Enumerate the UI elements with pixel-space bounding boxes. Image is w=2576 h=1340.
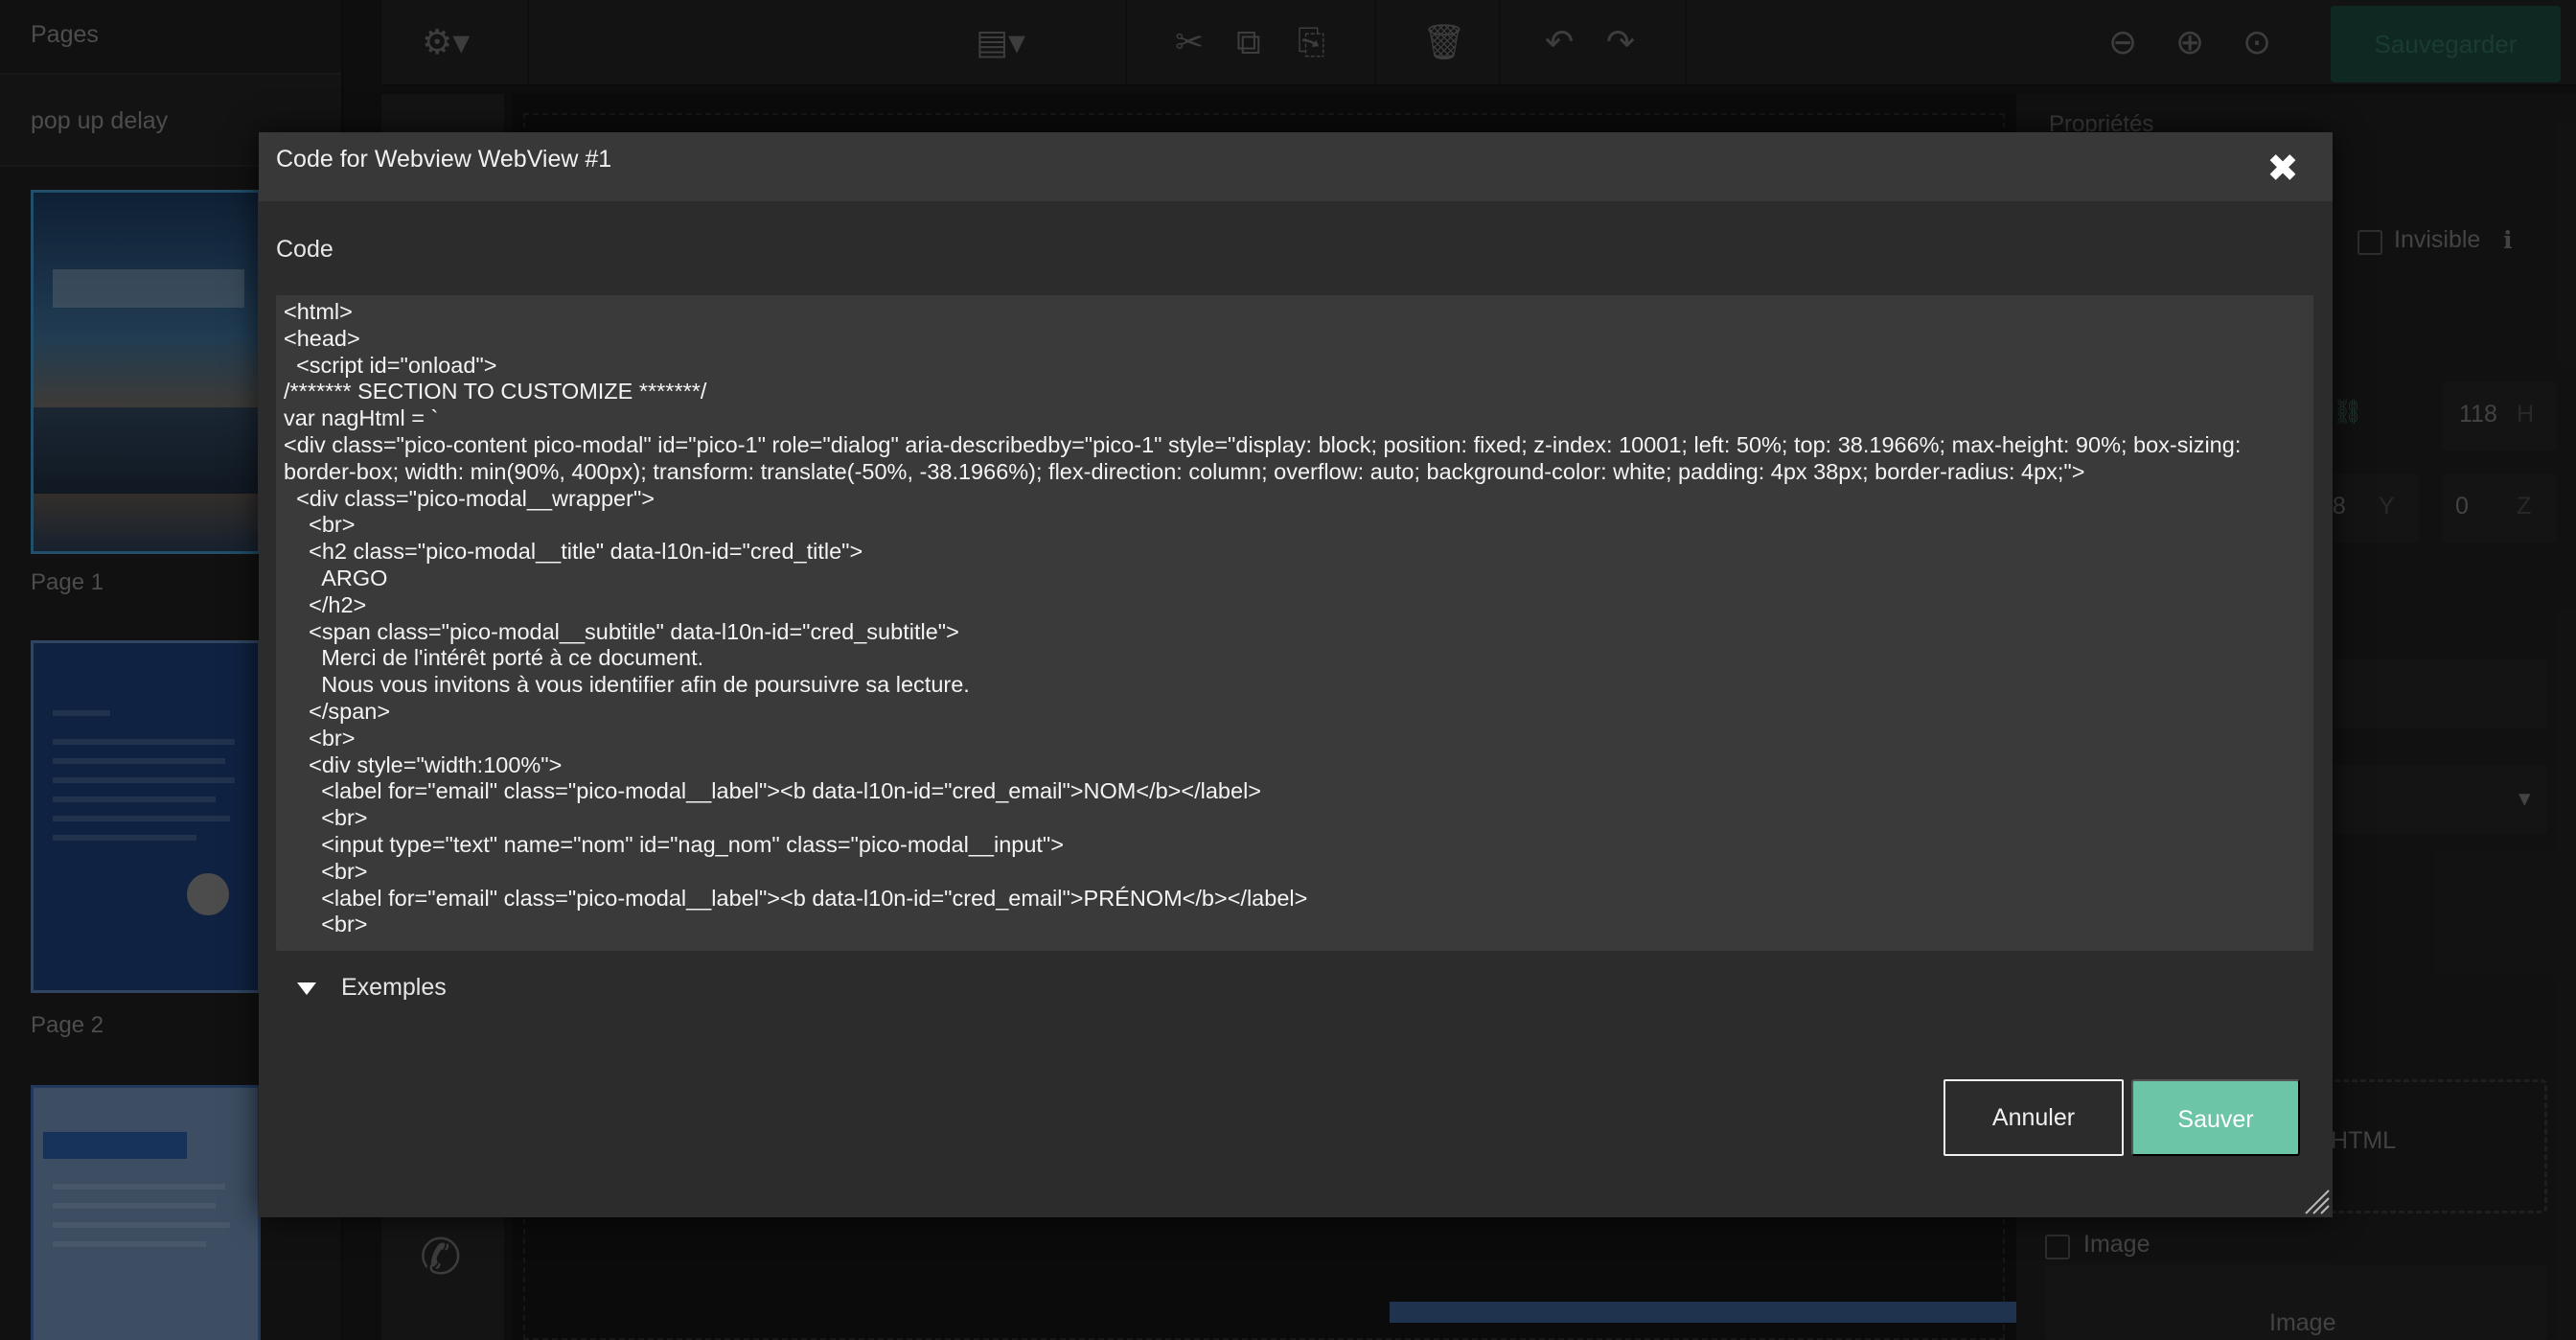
code-editor-modal: Code for Webview WebView #1 ✖ Code <html… <box>259 132 2333 1217</box>
save-button[interactable]: Sauver <box>2131 1079 2300 1156</box>
close-icon[interactable]: ✖ <box>2264 150 2302 188</box>
code-content: <html> <head> <script id="onload"> /****… <box>284 299 2242 937</box>
examples-label: Exemples <box>341 974 447 1001</box>
examples-toggle[interactable]: Exemples <box>297 974 447 1002</box>
modal-title: Code for Webview WebView #1 <box>276 146 612 173</box>
code-label: Code <box>276 236 334 263</box>
caret-down-icon <box>297 982 316 995</box>
resize-handle-icon[interactable] <box>2302 1187 2331 1215</box>
modal-header: Code for Webview WebView #1 ✖ <box>259 132 2333 201</box>
code-textarea[interactable]: <html> <head> <script id="onload"> /****… <box>276 295 2313 951</box>
cancel-button[interactable]: Annuler <box>1944 1079 2124 1156</box>
